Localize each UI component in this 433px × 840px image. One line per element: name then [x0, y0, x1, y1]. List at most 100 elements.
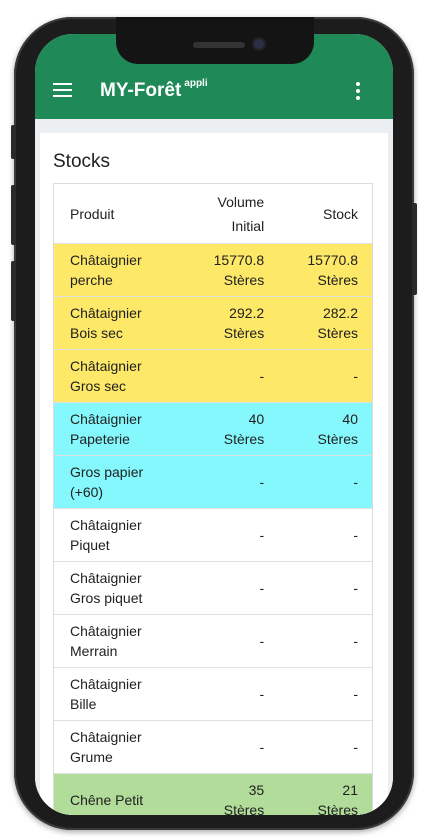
- front-camera: [254, 39, 264, 49]
- product-cell-text: Châtaignier: [70, 729, 142, 745]
- product-cell: Châtaignier Papeterie: [54, 409, 180, 449]
- volume-cell-text: 40: [248, 411, 265, 427]
- product-cell-text: (+60): [70, 484, 104, 500]
- stock-cell-text: -: [353, 580, 358, 596]
- table-row: Châtaignier Gros sec - -: [54, 350, 372, 403]
- power-button: [412, 203, 417, 295]
- header-stock: Stock: [322, 205, 358, 222]
- volume-cell: 15770.8 Stères: [180, 250, 265, 290]
- stock-cell-text: 40: [342, 411, 358, 427]
- table-row: Châtaignier Grume - -: [54, 721, 372, 774]
- volume-cell: -: [180, 525, 265, 545]
- product-cell-text: Châtaignier: [70, 623, 142, 639]
- stock-cell-text: Stères: [317, 802, 358, 815]
- stock-cell-text: -: [353, 739, 358, 755]
- product-cell-text: Châtaignier: [70, 570, 142, 586]
- stock-cell: -: [264, 366, 372, 386]
- product-cell-text: Gros piquet: [70, 590, 143, 606]
- table-row: Châtaignier perche 15770.8 Stères 15770.8 Stè…: [54, 244, 372, 297]
- product-cell: Châtaignier Bille: [54, 674, 180, 714]
- stock-cell-text: -: [353, 633, 358, 649]
- product-cell-text: Gros papier: [70, 464, 144, 480]
- table-row: Châtaignier Bille - -: [54, 668, 372, 721]
- volume-cell: -: [180, 472, 265, 492]
- volume-down-button: [11, 261, 16, 321]
- product-cell-text: Gros sec: [70, 378, 127, 394]
- stock-cell: -: [264, 472, 372, 492]
- product-cell-text: Piquet: [70, 537, 110, 553]
- product-cell-text: Châtaignier: [70, 305, 142, 321]
- screen: MY-Forêt appli Stocks Produit Volume Init…: [35, 34, 393, 815]
- product-cell-text: Châtaignier: [70, 517, 142, 533]
- header-volume-line2: Initial: [231, 217, 265, 234]
- product-cell-text: Châtaignier: [70, 358, 142, 374]
- more-options-icon[interactable]: [356, 82, 360, 100]
- speaker-grille: [193, 42, 245, 48]
- stock-cell-text: -: [353, 474, 358, 490]
- section-title: Stocks: [53, 151, 111, 172]
- menu-icon[interactable]: [53, 83, 72, 98]
- volume-cell-text: 292.2: [229, 305, 265, 321]
- product-cell: Châtaignier perche: [54, 250, 180, 290]
- product-cell-text: Merrain: [70, 643, 118, 659]
- app-title: MY-Forêt appli: [100, 78, 208, 102]
- table-row: Chêne Petit 35 Stères 21 Stères: [54, 774, 372, 815]
- product-cell: Châtaignier Piquet: [54, 515, 180, 555]
- header-volume-line1: Volume: [217, 193, 265, 210]
- product-cell-text: Châtaignier: [70, 411, 142, 427]
- stock-cell-text: Stères: [317, 325, 358, 341]
- table-body: Châtaignier perche 15770.8 Stères 15770.8 Stè…: [54, 244, 372, 815]
- volume-cell-text: 15770.8: [213, 252, 265, 268]
- app-title-text: MY-Forêt: [100, 80, 182, 101]
- product-cell: Châtaignier Bois sec: [54, 303, 180, 343]
- stock-cell: -: [264, 737, 372, 757]
- product-cell: Châtaignier Gros sec: [54, 356, 180, 396]
- volume-cell-text: Stères: [223, 272, 265, 288]
- product-cell: Châtaignier Gros piquet: [54, 568, 180, 608]
- product-cell-text: Bois sec: [70, 325, 123, 341]
- volume-cell-text: -: [259, 580, 265, 596]
- stock-cell-text: -: [353, 527, 358, 543]
- stock-cell-text: Stères: [317, 431, 358, 447]
- volume-cell-text: -: [259, 739, 265, 755]
- stock-cell: 282.2 Stères: [264, 303, 372, 343]
- stock-cell: 21 Stères: [264, 780, 372, 815]
- product-cell: Chêne Petit: [54, 790, 180, 810]
- stock-cell-text: -: [353, 368, 358, 384]
- volume-cell: -: [180, 684, 265, 704]
- volume-cell: -: [180, 578, 265, 598]
- volume-cell: -: [180, 737, 265, 757]
- product-cell-text: Grume: [70, 749, 113, 765]
- volume-cell: 292.2 Stères: [180, 303, 264, 343]
- volume-cell-text: -: [259, 633, 265, 649]
- product-cell-text: Chêne Petit: [70, 792, 144, 808]
- stock-cell-text: 15770.8: [307, 252, 358, 268]
- product-cell: Châtaignier Merrain: [54, 621, 180, 661]
- product-cell: Gros papier (+60): [54, 462, 180, 502]
- volume-cell-text: 35: [248, 782, 265, 798]
- stock-cell: 15770.8 Stères: [264, 250, 372, 290]
- stocks-table: Produit Volume Initial Stock Châtaignier…: [53, 183, 373, 815]
- table-row: Châtaignier Merrain - -: [54, 615, 372, 668]
- header-product: Produit: [70, 205, 115, 222]
- product-cell-text: Châtaignier: [70, 252, 142, 268]
- volume-cell-text: -: [259, 686, 265, 702]
- volume-cell: -: [180, 631, 265, 651]
- volume-cell: 40 Stères: [180, 409, 264, 449]
- stock-cell: -: [264, 684, 372, 704]
- stock-cell-text: 21: [342, 782, 358, 798]
- table-row: Châtaignier Piquet - -: [54, 509, 372, 562]
- product-cell: Châtaignier Grume: [54, 727, 180, 767]
- stock-cell-text: 282.2: [322, 305, 358, 321]
- notch: [116, 17, 314, 64]
- content-area: Stocks Produit Volume Initial Stock Chât…: [35, 119, 393, 815]
- product-cell-text: Papeterie: [70, 431, 130, 447]
- volume-cell: -: [180, 366, 265, 386]
- table-row: Châtaignier Bois sec 292.2 Stères 282.2 Stère…: [54, 297, 372, 350]
- volume-cell-text: -: [259, 474, 265, 490]
- header-volume: Volume Initial: [180, 190, 265, 238]
- stock-cell-text: Stères: [317, 272, 358, 288]
- table-row: Gros papier (+60) - -: [54, 456, 372, 509]
- app-title-sup: appli: [184, 78, 208, 89]
- volume-cell-text: Stères: [223, 802, 265, 815]
